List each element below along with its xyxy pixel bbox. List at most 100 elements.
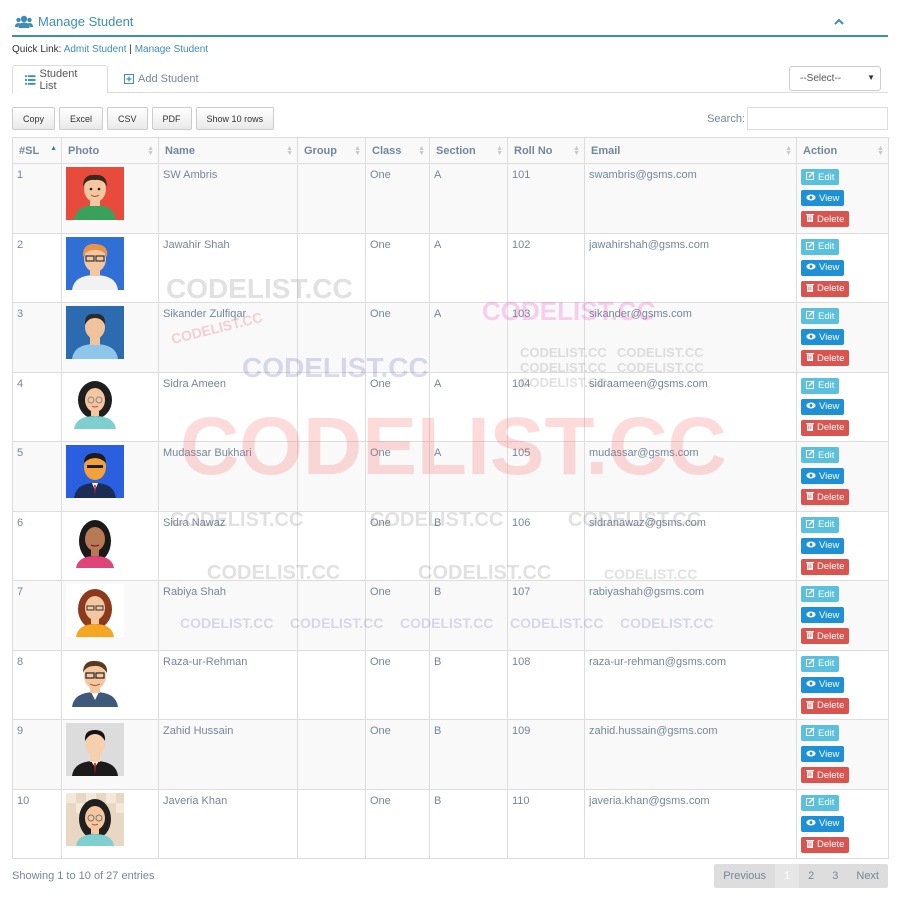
cell-name: Mudassar Bukhari	[158, 441, 298, 512]
admit-student-link[interactable]: Admit Student	[64, 44, 127, 55]
edit-button-label: Edit	[818, 797, 835, 808]
tab-add-student[interactable]: Add Student	[112, 65, 211, 93]
pdf-button[interactable]: PDF	[151, 107, 192, 130]
trash-icon	[806, 283, 814, 295]
column-header-label: Photo	[68, 144, 100, 157]
delete-button[interactable]: Delete	[801, 280, 850, 297]
edit-button[interactable]: Edit	[801, 447, 840, 463]
edit-button-label: Edit	[818, 658, 835, 669]
cell-class: One	[365, 232, 430, 303]
student-avatar	[66, 306, 154, 359]
copy-button[interactable]: Copy	[12, 107, 56, 130]
quick-link-separator: |	[129, 44, 132, 55]
column-header[interactable]: Group ▲ ▼	[297, 137, 366, 164]
delete-button[interactable]: Delete	[801, 489, 850, 505]
view-button[interactable]: View	[801, 746, 845, 762]
column-header[interactable]: Photo ▲ ▼	[61, 137, 159, 164]
student-avatar	[66, 445, 154, 498]
view-button[interactable]: View	[801, 259, 845, 276]
page-2-button[interactable]: 2	[799, 864, 823, 888]
class-select[interactable]: --Select-- ▼	[789, 66, 881, 91]
show-rows-button[interactable]: Show 10 rows	[195, 107, 275, 130]
column-header[interactable]: Name ▲ ▼	[158, 137, 298, 164]
delete-button[interactable]: Delete	[801, 211, 850, 227]
cell-email: javeria.khan@gsms.com	[584, 788, 797, 859]
cell-group	[297, 163, 366, 234]
column-header[interactable]: Roll No ▲ ▼	[507, 137, 585, 164]
previous-page-button[interactable]: Previous	[714, 864, 775, 888]
photo-cell	[61, 232, 159, 303]
table-row: 8 Raza-ur-Rehman One B 108 raza-ur-rehman@gsm…	[12, 649, 889, 720]
view-button[interactable]: View	[801, 398, 845, 415]
edit-button[interactable]: Edit	[801, 377, 840, 394]
delete-button[interactable]: Delete	[801, 836, 850, 853]
edit-icon	[806, 797, 815, 809]
page-3-button[interactable]: 3	[823, 864, 847, 888]
edit-button[interactable]: Edit	[801, 586, 840, 602]
csv-button[interactable]: CSV	[107, 107, 148, 130]
chevron-up-icon[interactable]	[834, 14, 844, 28]
view-button[interactable]: View	[801, 815, 845, 832]
edit-button[interactable]: Edit	[801, 308, 840, 324]
delete-button[interactable]: Delete	[801, 558, 850, 575]
edit-button[interactable]: Edit	[801, 169, 840, 185]
cell-email: swambris@gsms.com	[584, 163, 797, 234]
cell-email: sidraameen@gsms.com	[584, 371, 797, 442]
excel-button[interactable]: Excel	[59, 107, 104, 130]
search-input[interactable]	[747, 107, 888, 130]
cell-section: B	[429, 510, 508, 581]
edit-button[interactable]: Edit	[801, 516, 840, 533]
edit-button[interactable]: Edit	[801, 794, 840, 811]
column-header[interactable]: #SL ▲	[12, 137, 62, 164]
cell-name: Sidra Ameen	[158, 371, 298, 442]
cell-roll: 104	[507, 371, 585, 442]
sort-icon: ▲ ▼	[418, 145, 425, 157]
cell-sl: 2	[12, 232, 62, 303]
delete-button-label: Delete	[817, 769, 845, 781]
table-info: Showing 1 to 10 of 27 entries	[12, 870, 155, 882]
column-header[interactable]: Action ▲ ▼	[796, 137, 889, 164]
next-page-button[interactable]: Next	[847, 864, 888, 888]
view-button[interactable]: View	[801, 190, 845, 206]
edit-button[interactable]: Edit	[801, 725, 840, 741]
photo-cell	[61, 163, 159, 234]
view-button-label: View	[819, 470, 840, 482]
table-body: 1 SW Ambris One A 101 swambris@gsms.com Edit Vi…	[12, 163, 889, 859]
view-button-label: View	[819, 679, 840, 690]
cell-name: Zahid Hussain	[158, 719, 298, 790]
sort-icon: ▲ ▼	[147, 145, 154, 157]
delete-button-label: Delete	[817, 422, 845, 433]
cell-sl: 3	[12, 302, 62, 373]
column-header[interactable]: Class ▲ ▼	[365, 137, 430, 164]
view-button[interactable]: View	[801, 537, 845, 554]
delete-button[interactable]: Delete	[801, 419, 850, 436]
delete-button[interactable]: Delete	[801, 350, 850, 366]
cell-sl: 1	[12, 163, 62, 234]
view-button[interactable]: View	[801, 676, 845, 693]
view-button-label: View	[819, 609, 840, 621]
action-cell: Edit View Delete	[796, 371, 889, 442]
edit-icon	[806, 519, 815, 531]
edit-button[interactable]: Edit	[801, 238, 840, 255]
view-button[interactable]: View	[801, 468, 845, 484]
view-button[interactable]: View	[801, 607, 845, 623]
edit-icon	[806, 449, 815, 461]
page-1-button[interactable]: 1	[775, 864, 800, 888]
tab-student-list[interactable]: Student List	[12, 65, 108, 94]
edit-button-label: Edit	[818, 171, 835, 183]
view-button-label: View	[819, 540, 840, 551]
delete-button[interactable]: Delete	[801, 628, 850, 644]
cell-class: One	[365, 510, 430, 581]
delete-button[interactable]: Delete	[801, 697, 850, 714]
view-button-label: View	[819, 748, 840, 760]
cell-email: zahid.hussain@gsms.com	[584, 719, 797, 790]
delete-button[interactable]: Delete	[801, 767, 850, 783]
manage-student-link[interactable]: Manage Student	[135, 44, 208, 55]
table-row: 5 Mudassar Bukhari One A 105 mudassar@gsms.co…	[12, 441, 889, 512]
column-header[interactable]: Section ▲ ▼	[429, 137, 508, 164]
cell-email: rabiyashah@gsms.com	[584, 580, 797, 651]
view-button[interactable]: View	[801, 329, 845, 345]
edit-button[interactable]: Edit	[801, 655, 840, 672]
table-row: 2 Jawahir Shah One A 102 jawahirshah@gsms.com…	[12, 232, 889, 303]
column-header[interactable]: Email ▲ ▼	[584, 137, 797, 164]
